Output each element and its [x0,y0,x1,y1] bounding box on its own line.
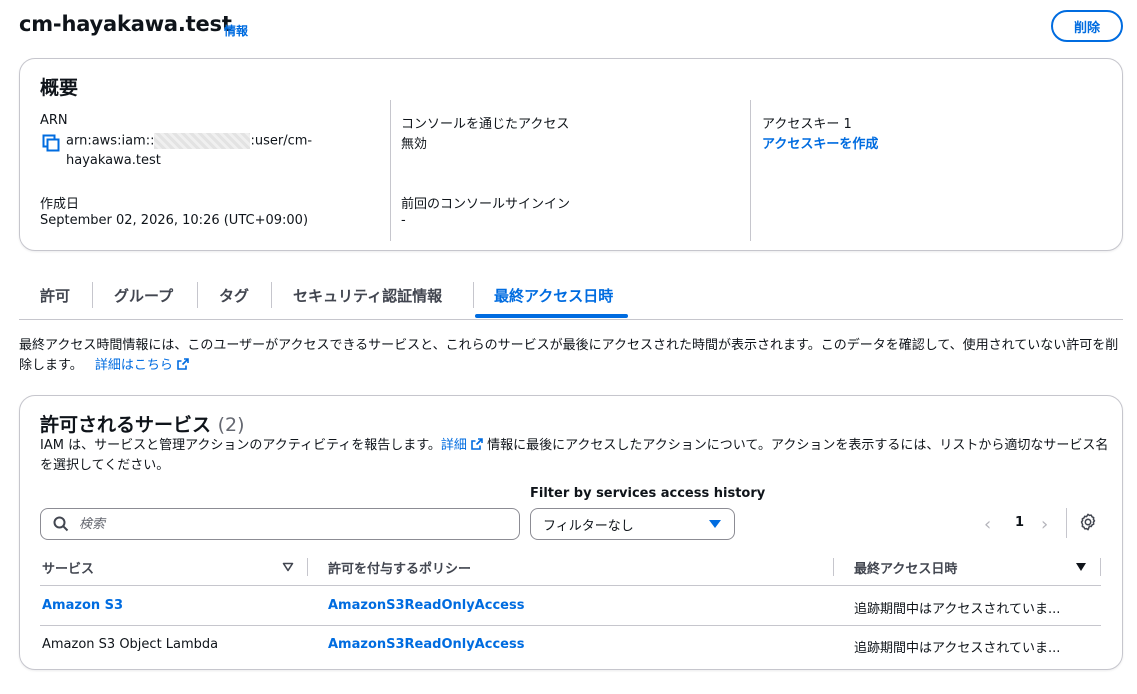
service-name-s3-object-lambda: Amazon S3 Object Lambda [42,637,219,652]
last-accessed-description: 最終アクセス時間情報には、このユーザーがアクセスできるサービスと、これらのサービ… [19,336,1123,376]
tab-groups[interactable]: グループ [114,272,173,319]
last-signin-value: - [401,213,406,228]
next-page-button[interactable]: › [1041,514,1048,535]
arn-value-line2: hayakawa.test [66,153,161,168]
column-divider [833,558,834,576]
tab-last-accessed[interactable]: 最終アクセス日時 [494,272,613,319]
arn-label: ARN [40,113,68,128]
info-link[interactable]: 情報 [224,22,248,39]
external-link-icon [471,438,483,450]
services-description: IAM は、サービスと管理アクションのアクティビティを報告します。詳細 情報に最… [40,436,1110,476]
search-field[interactable] [40,508,520,540]
filter-dropdown[interactable]: フィルターなし [530,508,735,540]
tab-divider [473,282,474,308]
filter-value: フィルターなし [543,518,634,534]
gear-icon[interactable] [1079,513,1097,531]
services-details-link[interactable]: 詳細 [441,438,483,453]
page-number[interactable]: 1 [1015,515,1024,530]
column-divider [750,100,751,241]
page-title: cm-hayakawa.test [19,12,232,36]
column-divider [307,558,308,576]
console-access-label: コンソールを通じたアクセス [401,117,570,132]
learn-more-label: 詳細はこちら [94,358,173,373]
policy-link[interactable]: AmazonS3ReadOnlyAccess [328,598,524,613]
tab-divider [271,282,272,308]
active-tab-indicator [475,314,628,318]
column-header-last-accessed[interactable]: 最終アクセス日時 [854,558,957,577]
service-link-amazon-s3[interactable]: Amazon S3 [42,598,123,613]
access-key-label: アクセスキー 1 [762,117,852,132]
services-count: (2) [217,414,245,436]
created-label: 作成日 [40,197,80,212]
column-header-service[interactable]: サービス [42,558,94,577]
delete-button[interactable]: 削除 [1051,10,1123,42]
arn-prefix: arn:aws:iam:: [66,133,155,149]
external-link-icon [177,358,189,370]
services-heading-text: 許可されるサービス [40,414,212,436]
redacted-account-id [154,133,251,149]
table-divider [40,585,1101,586]
arn-value: arn:aws:iam:::user/cm- [66,133,312,149]
created-value: September 02, 2026, 10:26 (UTC+09:00) [40,213,309,228]
tab-tags[interactable]: タグ [219,272,249,319]
column-header-policy: 許可を付与するポリシー [328,562,472,577]
search-input[interactable] [79,516,499,532]
sort-icon[interactable] [282,562,294,572]
summary-heading: 概要 [40,77,79,99]
sort-descending-icon[interactable] [1075,562,1087,572]
tab-bar: 許可 グループ タグ セキュリティ認証情報 最終アクセス日時 [19,272,1123,320]
column-divider [390,100,391,241]
last-accessed-value: 追跡期間中はアクセスされていま... [854,602,1061,617]
copy-icon[interactable] [42,134,60,152]
search-icon [53,516,69,532]
services-desc-before: IAM は、サービスと管理アクションのアクティビティを報告します。 [40,438,441,453]
table-divider [40,625,1101,626]
learn-more-link[interactable]: 詳細はこちら [95,358,189,373]
previous-page-button[interactable]: ‹ [984,514,991,535]
tab-security-credentials[interactable]: セキュリティ認証情報 [293,272,442,319]
column-divider [1100,558,1101,576]
services-details-label: 詳細 [440,438,467,453]
tab-divider [197,282,198,308]
console-access-value: 無効 [401,137,428,152]
caret-down-icon [709,520,721,528]
tab-permissions[interactable]: 許可 [40,272,70,319]
arn-suffix: :user/cm- [250,133,313,149]
last-accessed-value: 追跡期間中はアクセスされていま... [854,641,1061,656]
last-signin-label: 前回のコンソールサインイン [401,197,571,212]
create-access-key-link[interactable]: アクセスキーを作成 [762,133,878,152]
filter-label: Filter by services access history [530,486,766,501]
services-heading: 許可されるサービス (2) [40,410,245,437]
policy-link[interactable]: AmazonS3ReadOnlyAccess [328,637,524,652]
tab-divider [92,282,93,308]
pager-divider [1066,508,1067,538]
